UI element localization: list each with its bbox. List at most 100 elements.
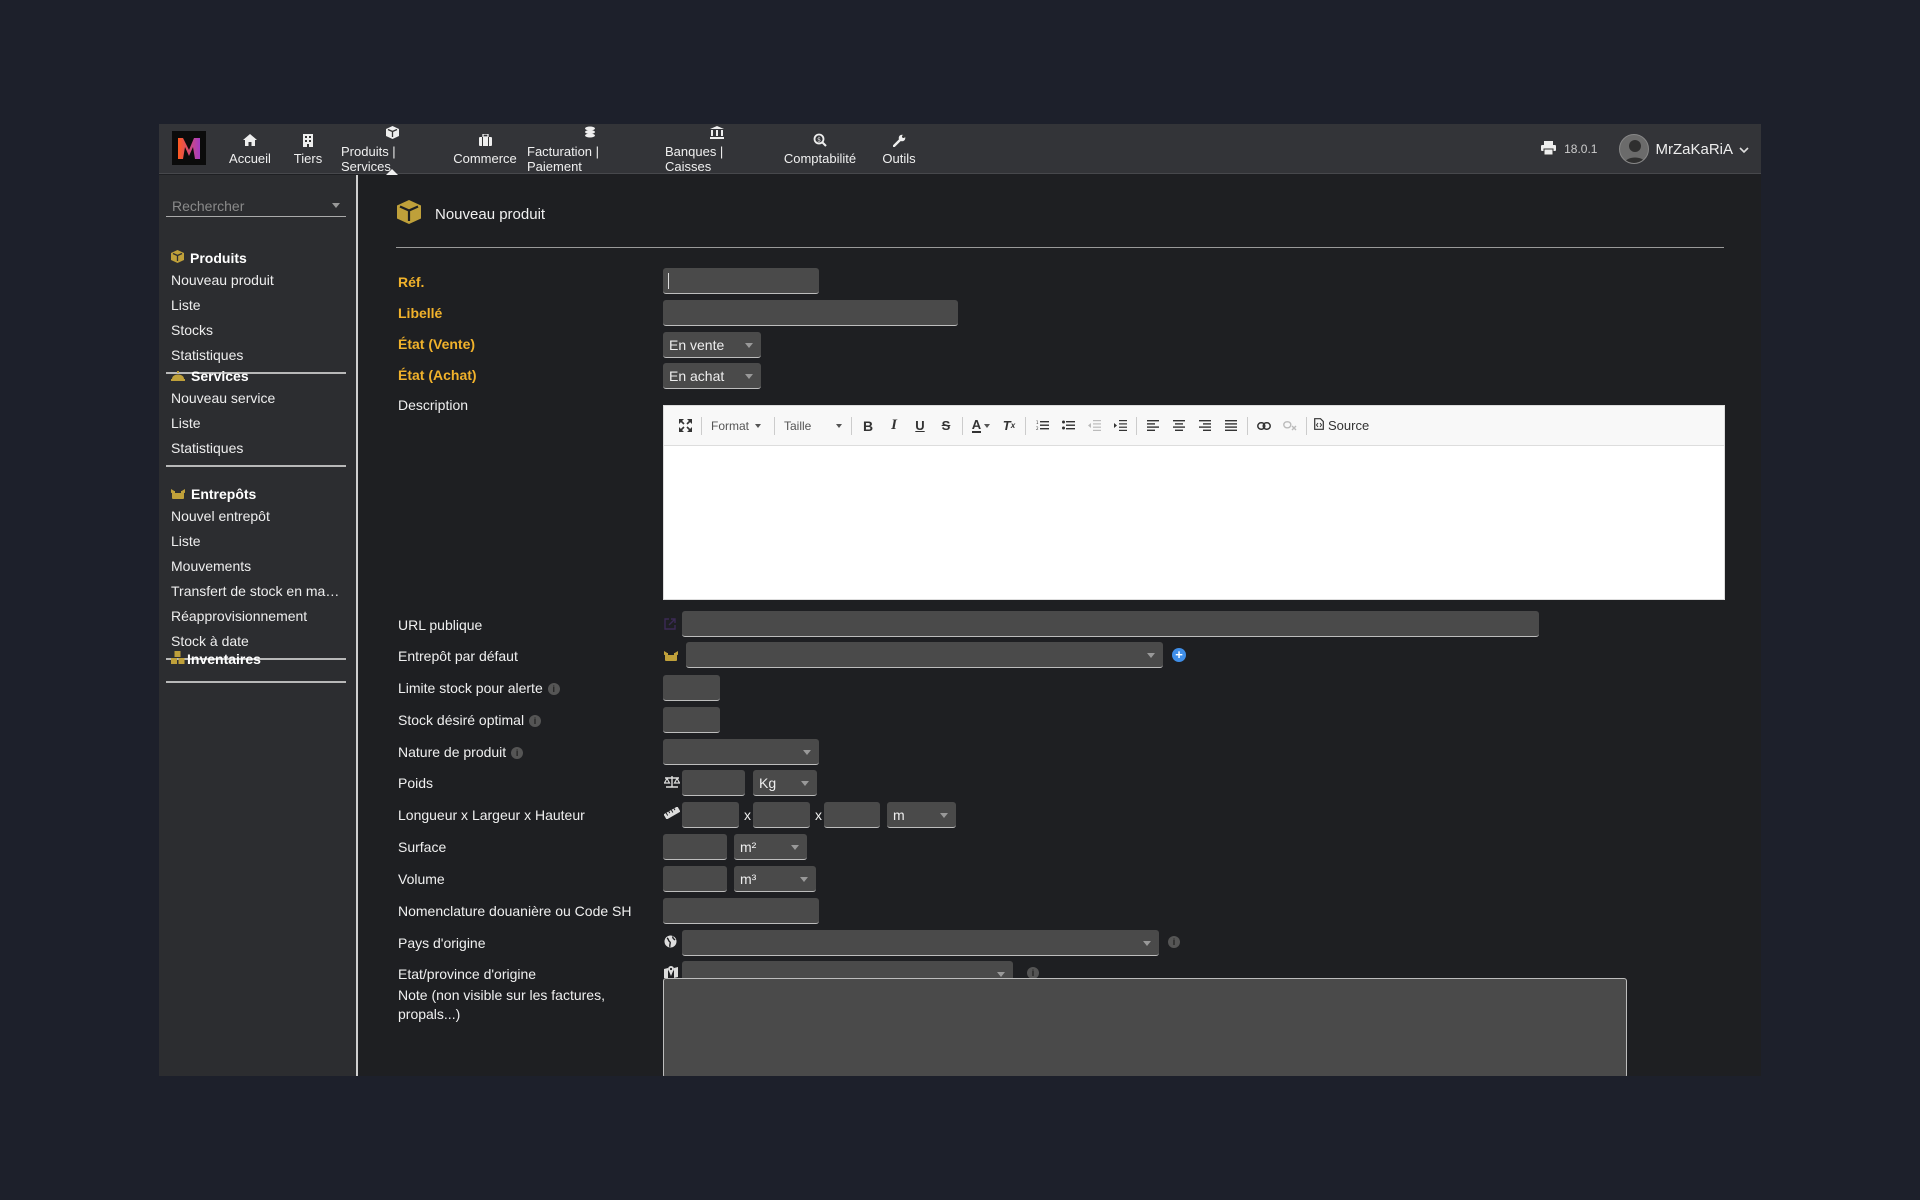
chevron-down-icon (940, 813, 948, 822)
menu-banques-caisses[interactable]: Banques | Caisses (659, 124, 775, 174)
stock-optimal-input[interactable] (663, 707, 720, 733)
dimensions-unit-select[interactable]: m (887, 802, 956, 828)
info-icon[interactable]: i (547, 683, 560, 696)
menu-accueil[interactable]: Accueil (219, 124, 281, 174)
taille-combo[interactable]: Taille (778, 413, 848, 439)
label-nature-produit: Nature de produit i (398, 744, 524, 760)
sidebar-divider (166, 465, 346, 467)
source-button[interactable]: Source (1310, 413, 1373, 439)
sidebar-item-nouveau-produit[interactable]: Nouveau produit (166, 268, 346, 293)
menu-facturation-paiement[interactable]: Facturation | Paiement (521, 124, 659, 174)
pays-origine-select[interactable] (682, 930, 1159, 956)
numbered-list-icon[interactable]: 12 (1029, 413, 1055, 439)
largeur-input[interactable] (753, 802, 810, 828)
search-dollar-icon: $ (813, 132, 827, 148)
maximize-icon[interactable] (672, 413, 698, 439)
nature-produit-select[interactable] (663, 739, 819, 765)
info-icon[interactable]: i (1168, 936, 1180, 948)
sidebar-title-services[interactable]: Services (166, 366, 346, 386)
label-ref: Réf. (398, 274, 425, 290)
etat-vente-select[interactable]: En vente (663, 332, 761, 358)
menu-comptabilite[interactable]: $ Comptabilité (775, 124, 865, 174)
indent-icon[interactable] (1107, 413, 1133, 439)
libelle-input[interactable] (663, 300, 958, 326)
sidebar-divider (166, 681, 346, 683)
align-left-icon[interactable] (1140, 413, 1166, 439)
sidebar-section-inventaires: Inventaires (166, 649, 346, 683)
entrepot-defaut-select[interactable] (686, 642, 1163, 668)
align-center-icon[interactable] (1166, 413, 1192, 439)
version-label: 18.0.1 (1564, 142, 1598, 156)
sidebar-item-statistiques-produits[interactable]: Statistiques (166, 343, 346, 368)
limite-stock-input[interactable] (663, 675, 720, 701)
underline-icon[interactable]: U (907, 413, 933, 439)
printer-icon[interactable] (1541, 140, 1557, 158)
surface-input[interactable] (663, 834, 727, 860)
menu-produits-services[interactable]: Produits | Services (335, 124, 449, 175)
dolibarr-logo[interactable] (172, 131, 206, 165)
nomenclature-input[interactable] (663, 898, 819, 924)
bullet-list-icon[interactable] (1055, 413, 1081, 439)
poids-unit-select[interactable]: Kg (753, 770, 817, 796)
label-nomenclature: Nomenclature douanière ou Code SH (398, 903, 632, 919)
chevron-down-icon (836, 423, 842, 431)
info-icon[interactable]: i (511, 747, 524, 760)
app-window: Accueil Tiers Produits | Services Commer… (159, 124, 1761, 1076)
sidebar-item-liste-services[interactable]: Liste (166, 411, 346, 436)
add-warehouse-icon[interactable]: + (1172, 648, 1186, 662)
chevron-down-icon (755, 423, 762, 431)
menu-commerce[interactable]: Commerce (449, 124, 521, 174)
hauteur-input[interactable] (824, 802, 880, 828)
format-combo[interactable]: Format (705, 413, 771, 439)
menu-tiers[interactable]: Tiers (281, 124, 335, 174)
sidebar-title-entrepots[interactable]: Entrepôts (166, 484, 346, 504)
sidebar-item-reapprovisionnement[interactable]: Réapprovisionnement (166, 604, 346, 629)
ref-input[interactable] (663, 268, 819, 294)
sidebar-item-statistiques-services[interactable]: Statistiques (166, 436, 346, 461)
user-menu[interactable]: MrZaKaRiA (1619, 134, 1749, 164)
align-right-icon[interactable] (1192, 413, 1218, 439)
menu-outils[interactable]: Outils (865, 124, 933, 174)
ruler-icon (663, 806, 681, 824)
unlink-icon[interactable] (1277, 413, 1303, 439)
surface-unit-select[interactable]: m² (734, 834, 807, 860)
cube-icon (397, 200, 421, 228)
longueur-input[interactable] (682, 802, 739, 828)
sidebar-title-produits[interactable]: Produits (166, 248, 346, 268)
bank-icon (710, 125, 724, 141)
editor-body[interactable] (664, 446, 1724, 599)
sidebar-item-liste-produits[interactable]: Liste (166, 293, 346, 318)
text-color-icon[interactable]: A (966, 413, 996, 439)
link-icon[interactable] (1251, 413, 1277, 439)
italic-icon[interactable]: I (881, 413, 907, 439)
sidebar-item-liste-entrepots[interactable]: Liste (166, 529, 346, 554)
label-dimensions: Longueur x Largeur x Hauteur (398, 807, 585, 823)
sidebar-item-mouvements[interactable]: Mouvements (166, 554, 346, 579)
volume-input[interactable] (663, 866, 727, 892)
toolbar-separator (1306, 416, 1307, 435)
justify-icon[interactable] (1218, 413, 1244, 439)
bold-icon[interactable]: B (855, 413, 881, 439)
search-placeholder: Rechercher (172, 197, 245, 214)
remove-format-icon[interactable]: Tx (996, 413, 1022, 439)
home-icon (243, 132, 257, 148)
etat-achat-select[interactable]: En achat (663, 363, 761, 389)
sidebar-title-inventaires[interactable]: Inventaires (166, 649, 346, 669)
sidebar-item-transfert-stock[interactable]: Transfert de stock en ma… (166, 579, 346, 604)
strikethrough-icon[interactable]: S (933, 413, 959, 439)
sidebar-item-stocks[interactable]: Stocks (166, 318, 346, 343)
volume-unit-select[interactable]: m³ (734, 866, 816, 892)
note-textarea[interactable] (663, 978, 1627, 1076)
label-url-publique: URL publique (398, 617, 483, 633)
outdent-icon[interactable] (1081, 413, 1107, 439)
sidebar-search[interactable]: Rechercher (166, 195, 346, 217)
poids-input[interactable] (682, 770, 745, 796)
sidebar-item-nouveau-service[interactable]: Nouveau service (166, 386, 346, 411)
info-icon[interactable]: i (529, 715, 542, 728)
sidebar-item-nouvel-entrepot[interactable]: Nouvel entrepôt (166, 504, 346, 529)
chevron-down-icon (1143, 941, 1151, 950)
wrench-icon (892, 132, 906, 148)
toolbar-separator (1247, 416, 1248, 435)
url-publique-input[interactable] (682, 611, 1539, 637)
label-description: Description (398, 397, 469, 413)
